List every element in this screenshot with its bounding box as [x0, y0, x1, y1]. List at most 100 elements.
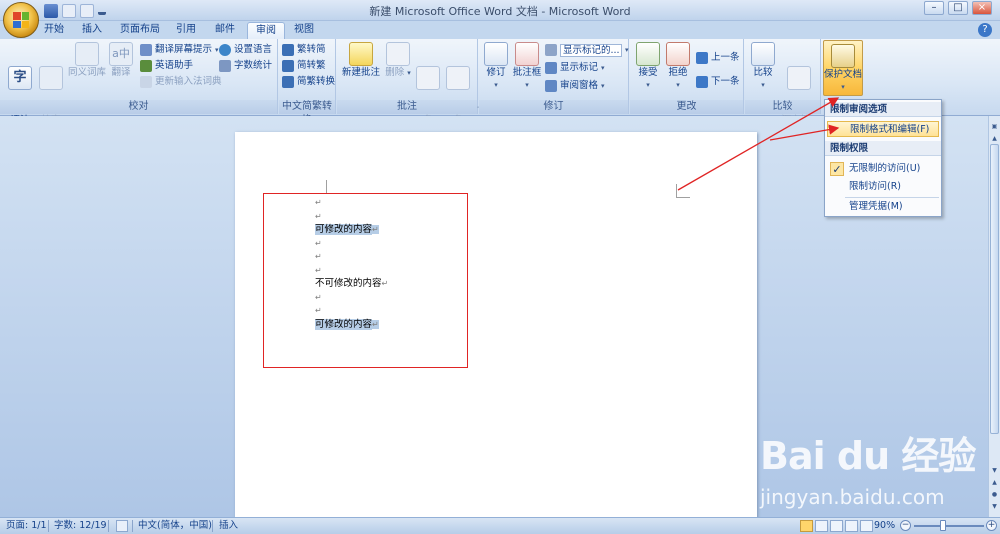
scroll-down-icon[interactable]: ▼ [990, 466, 999, 476]
reject-icon [666, 42, 690, 66]
tab-view[interactable]: 视图 [286, 22, 322, 39]
menu-item-unrestricted-access[interactable]: ✓ 无限制的访问(U) [827, 161, 939, 177]
maximize-button[interactable]: □ [948, 1, 968, 15]
menu-separator [845, 197, 939, 198]
protect-document-menu: 限制审阅选项 限制格式和编辑(F) 限制权限 ✓ 无限制的访问(U) 限制访问(… [824, 99, 942, 217]
english-assistant-button[interactable]: 英语助手 [140, 59, 193, 73]
tab-insert[interactable]: 插入 [74, 22, 110, 39]
group-proofing: 字 拼写和 语法 信息 检索 同义词库 a中 翻译 翻译屏幕提示▾ 英语助手 更… [0, 39, 278, 126]
balloons-icon [515, 42, 539, 66]
menu-item-restricted-access[interactable]: 限制访问(R) [827, 179, 939, 195]
group-label-changes: 更改 [630, 100, 743, 114]
status-insert-mode[interactable]: 插入 [219, 518, 238, 534]
group-label-tracking: 修订 [479, 100, 628, 114]
show-markup-button[interactable]: 显示标记 ▾ [545, 61, 605, 75]
outline-view-icon[interactable] [845, 520, 858, 532]
delete-comment-button[interactable]: 删除 ▾ [385, 42, 411, 79]
menu-item-restrict-formatting-editing[interactable]: 限制格式和编辑(F) [827, 121, 939, 137]
update-ime-button[interactable]: 更新输入法词典 [140, 75, 222, 89]
compare-button[interactable]: 比较 ▾ [749, 42, 777, 91]
zoom-level[interactable]: 90% [874, 518, 895, 534]
previous-change-icon [696, 52, 708, 64]
source-documents-icon [787, 66, 811, 90]
tab-review[interactable]: 审阅 [247, 22, 285, 39]
status-word-count[interactable]: 字数: 12/19 [54, 518, 107, 534]
next-change-icon [696, 76, 708, 88]
tab-home[interactable]: 开始 [36, 22, 72, 39]
word-count-button[interactable]: 字数统计 [219, 59, 272, 73]
zoom-in-icon[interactable]: + [986, 520, 997, 531]
reviewing-pane-icon [545, 80, 557, 92]
next-page-icon[interactable]: ▼ [990, 502, 999, 512]
protect-document-button[interactable]: 保护文档 ▾ [823, 40, 863, 96]
accept-button[interactable]: 接受 ▾ [634, 42, 662, 91]
proofing-status-icon[interactable] [116, 520, 128, 532]
menu-header-restrict-permission: 限制权限 [825, 141, 941, 156]
english-assistant-icon [140, 60, 152, 72]
menu-header-restrict-review: 限制审阅选项 [825, 102, 941, 117]
spell-check-icon: 字 [8, 66, 32, 90]
chinese-convert-button[interactable]: 简繁转换 [282, 75, 335, 89]
group-label-proofing: 校对 [0, 100, 277, 114]
reject-button[interactable]: 拒绝 ▾ [664, 42, 692, 91]
office-button[interactable] [3, 2, 39, 38]
close-button[interactable]: × [972, 1, 992, 15]
translate-button[interactable]: a中 翻译 [108, 42, 134, 79]
translate-icon: a中 [109, 42, 133, 66]
zoom-slider-track[interactable] [914, 525, 984, 527]
next-change-button[interactable]: 下一条 [696, 75, 740, 89]
office-logo-icon [13, 12, 29, 28]
ribbon-tab-bar: 开始 插入 页面布局 引用 邮件 审阅 视图 ? [0, 21, 1000, 39]
traditional-to-simplified-button[interactable]: 繁转简 [282, 43, 326, 57]
display-for-review-dropdown[interactable]: 显示标记的... ▾ [545, 43, 629, 57]
group-label-compare: 比较 [745, 100, 820, 114]
watermark-url: jingyan.baidu.com [760, 485, 945, 509]
new-comment-button[interactable]: 新建批注 [341, 42, 381, 79]
status-separator [108, 520, 109, 532]
group-chinese-conversion: 繁转简 简转繁 简繁转换 中文简繁转换 [279, 39, 336, 126]
status-separator [48, 520, 49, 532]
group-changes: 接受 ▾ 拒绝 ▾ 上一条 下一条 更改 [630, 39, 744, 114]
scrollbar-thumb[interactable] [990, 144, 999, 434]
status-page[interactable]: 页面: 1/1 [6, 518, 47, 534]
title-bar: 新建 Microsoft Office Word 文档 - Microsoft … [0, 0, 1000, 21]
crop-mark-top-left [313, 180, 327, 194]
tab-page-layout[interactable]: 页面布局 [112, 22, 168, 39]
status-language[interactable]: 中文(简体，中国) [138, 518, 212, 534]
update-icon [140, 76, 152, 88]
new-comment-icon [349, 42, 373, 66]
help-icon[interactable]: ? [978, 23, 992, 37]
tab-mailings[interactable]: 邮件 [207, 22, 243, 39]
vertical-scrollbar[interactable]: ▣ ▲ ▼ ▲ ● ▼ [988, 116, 1000, 517]
simplified-to-traditional-button[interactable]: 简转繁 [282, 59, 326, 73]
lock-icon [831, 44, 855, 68]
delete-comment-icon [386, 42, 410, 66]
browse-object-icon[interactable]: ● [990, 490, 999, 500]
full-screen-reading-icon[interactable] [815, 520, 828, 532]
zoom-out-icon[interactable]: − [900, 520, 911, 531]
print-layout-view-icon[interactable] [800, 520, 813, 532]
translation-screentip-button[interactable]: 翻译屏幕提示 ▾ [140, 43, 219, 57]
minimize-button[interactable]: – [924, 1, 944, 15]
thesaurus-button[interactable]: 同义词库 [68, 42, 106, 79]
previous-comment-icon [416, 66, 440, 90]
menu-item-manage-credentials[interactable]: 管理凭据(M) [827, 199, 939, 215]
track-changes-button[interactable]: 修订 ▾ [483, 42, 509, 91]
status-bar: 页面: 1/1 字数: 12/19 中文(简体，中国) 插入 90% − + [0, 517, 1000, 534]
show-markup-icon [545, 62, 557, 74]
annotation-highlight-box [263, 193, 468, 368]
draft-view-icon[interactable] [860, 520, 873, 532]
ruler-toggle-icon[interactable]: ▣ [990, 122, 999, 132]
research-icon [39, 66, 63, 90]
balloons-button[interactable]: 批注框 ▾ [512, 42, 542, 91]
globe-icon [219, 44, 231, 56]
zoom-slider-thumb[interactable] [940, 520, 946, 531]
previous-change-button[interactable]: 上一条 [696, 51, 740, 65]
scroll-up-icon[interactable]: ▲ [990, 134, 999, 144]
set-language-button[interactable]: 设置语言 [219, 43, 272, 57]
previous-page-icon[interactable]: ▲ [990, 478, 999, 488]
web-layout-icon[interactable] [830, 520, 843, 532]
tab-references[interactable]: 引用 [168, 22, 204, 39]
screentip-icon [140, 44, 152, 56]
reviewing-pane-button[interactable]: 审阅窗格 ▾ [545, 79, 605, 93]
